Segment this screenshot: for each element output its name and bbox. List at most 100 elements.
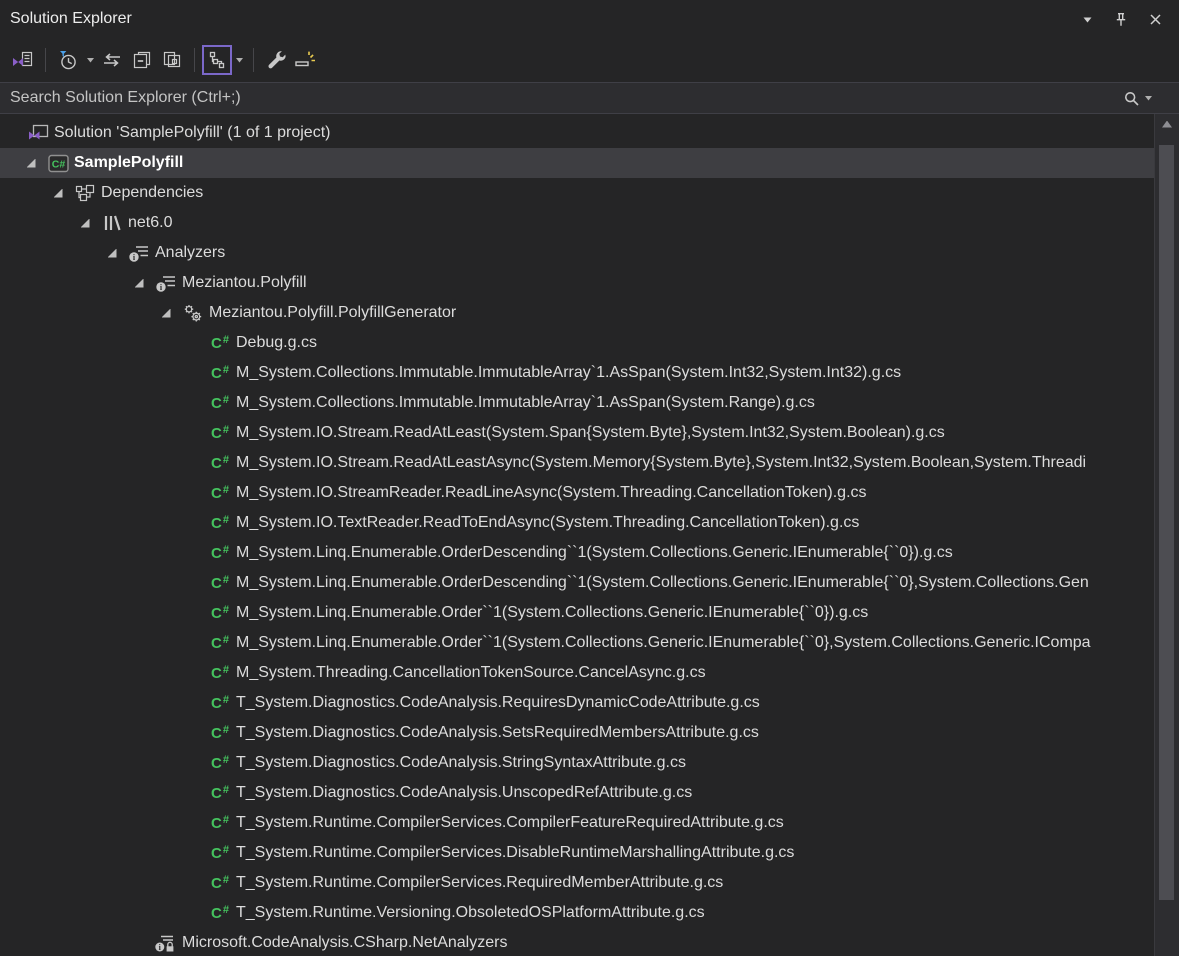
csfile-icon: C# [208,905,232,922]
expand-arrow[interactable] [16,159,46,168]
indent-spacer [0,703,178,704]
switch-views-button[interactable] [8,45,38,75]
tree-row[interactable]: C#T_System.Diagnostics.CodeAnalysis.Requ… [0,688,1179,718]
tree-row[interactable]: iMeziantou.Polyfill [0,268,1179,298]
csfile-icon: C# [208,455,232,472]
csfile-icon: C# [208,575,232,592]
expanded-triangle-icon[interactable] [27,159,36,168]
indent-spacer [0,733,178,734]
csfile-icon: C# [208,425,232,442]
csfile-icon: C# [208,845,232,862]
tree-row[interactable]: C#M_System.Linq.Enumerable.Order``1(Syst… [0,598,1179,628]
tree-row[interactable]: C#M_System.IO.TextReader.ReadToEndAsync(… [0,508,1179,538]
tree-row[interactable]: C#M_System.Linq.Enumerable.OrderDescendi… [0,568,1179,598]
tree-row[interactable]: iMicrosoft.CodeAnalysis.CSharp.NetAnalyz… [0,928,1179,956]
indent-spacer [0,763,178,764]
tree-item-label: M_System.Collections.Immutable.Immutable… [236,364,901,382]
tree-row[interactable]: Dependencies [0,178,1179,208]
tree-row[interactable]: C#M_System.Collections.Immutable.Immutab… [0,388,1179,418]
titlebar[interactable]: Solution Explorer [0,0,1179,38]
open-files-filter-dropdown[interactable] [83,45,97,75]
csfile-icon: C# [208,365,232,382]
scroll-up-button[interactable] [1155,114,1179,134]
tree-item-label: T_System.Diagnostics.CodeAnalysis.Unscop… [236,784,692,802]
tree-item-label: M_System.IO.Stream.ReadAtLeast(System.Sp… [236,424,945,442]
csfile-icon: C# [208,785,232,802]
file-nesting-dropdown[interactable] [232,45,246,75]
preview-icon [294,50,318,70]
tree-row[interactable]: C#M_System.IO.StreamReader.ReadLineAsync… [0,478,1179,508]
expanded-triangle-icon[interactable] [135,279,144,288]
tree-row[interactable]: C#Debug.g.cs [0,328,1179,358]
indent-spacer [0,943,124,944]
dropdown-caret-icon [235,56,244,64]
indent-spacer [0,193,43,194]
dropdown-caret-icon [86,56,95,64]
sync-with-active-document-button[interactable] [97,45,127,75]
search-glyphs [1123,89,1173,107]
properties-button[interactable] [261,45,291,75]
tree-row[interactable]: net6.0 [0,208,1179,238]
tree-row[interactable]: C#T_System.Diagnostics.CodeAnalysis.Sets… [0,718,1179,748]
tree-item-label: Analyzers [155,244,225,262]
expand-arrow[interactable] [151,309,181,318]
toolbar-separator [253,48,254,72]
framework-icon [100,214,124,232]
indent-spacer [0,133,26,134]
csfile-icon: C# [208,545,232,562]
tree-row[interactable]: C#T_System.Runtime.Versioning.ObsoletedO… [0,898,1179,928]
open-files-filter-button[interactable] [53,45,83,75]
tree-row[interactable]: Meziantou.Polyfill.PolyfillGenerator [0,298,1179,328]
dependencies-icon [73,184,97,202]
tree-row[interactable]: C#SamplePolyfill [0,148,1179,178]
file-nesting-button[interactable] [202,45,232,75]
expand-arrow[interactable] [43,189,73,198]
search-bar[interactable] [0,82,1179,114]
tree-row[interactable]: C#M_System.Linq.Enumerable.Order``1(Syst… [0,628,1179,658]
tree-row[interactable]: C#T_System.Runtime.CompilerServices.Comp… [0,808,1179,838]
pin-button[interactable] [1109,7,1133,31]
tree-row[interactable]: C#T_System.Runtime.CompilerServices.Requ… [0,868,1179,898]
indent-spacer [0,163,16,164]
tree-row[interactable]: C#T_System.Runtime.CompilerServices.Disa… [0,838,1179,868]
tree-item-label: M_System.Linq.Enumerable.OrderDescending… [236,544,953,562]
search-input[interactable] [8,88,1123,108]
window-position-button[interactable] [1075,7,1099,31]
indent-spacer [0,463,178,464]
csfile-icon: C# [208,395,232,412]
expand-arrow[interactable] [124,279,154,288]
collapse-all-button[interactable] [127,45,157,75]
indent-spacer [0,223,70,224]
tree-row[interactable]: C#M_System.IO.Stream.ReadAtLeastAsync(Sy… [0,448,1179,478]
search-options-dropdown[interactable] [1144,89,1153,107]
indent-spacer [0,673,178,674]
tree-item-label: T_System.Diagnostics.CodeAnalysis.SetsRe… [236,724,759,742]
close-button[interactable] [1143,7,1167,31]
show-all-files-button[interactable] [157,45,187,75]
expanded-triangle-icon[interactable] [54,189,63,198]
tree-row[interactable]: Solution 'SamplePolyfill' (1 of 1 projec… [0,118,1179,148]
vertical-scrollbar[interactable] [1154,114,1179,956]
tree-row[interactable]: C#M_System.Collections.Immutable.Immutab… [0,358,1179,388]
tree-row[interactable]: iAnalyzers [0,238,1179,268]
file-nesting-icon [207,50,227,70]
tree-row[interactable]: C#M_System.Threading.CancellationTokenSo… [0,658,1179,688]
expanded-triangle-icon[interactable] [108,249,117,258]
expanded-triangle-icon[interactable] [81,219,90,228]
csfile-icon: C# [208,815,232,832]
tree-item-label: M_System.IO.Stream.ReadAtLeastAsync(Syst… [236,454,1086,472]
expand-arrow[interactable] [70,219,100,228]
csfile-icon: C# [208,335,232,352]
tree-item-label: M_System.Threading.CancellationTokenSour… [236,664,706,682]
tree-row[interactable]: C#M_System.IO.Stream.ReadAtLeast(System.… [0,418,1179,448]
preview-selected-items-button[interactable] [291,45,321,75]
indent-spacer [0,793,178,794]
scrollbar-thumb[interactable] [1159,145,1174,900]
tree-row[interactable]: C#M_System.Linq.Enumerable.OrderDescendi… [0,538,1179,568]
expand-arrow[interactable] [97,249,127,258]
tree-item-label: Dependencies [101,184,203,202]
tree-row[interactable]: C#T_System.Diagnostics.CodeAnalysis.Unsc… [0,778,1179,808]
tree-row[interactable]: C#T_System.Diagnostics.CodeAnalysis.Stri… [0,748,1179,778]
expanded-triangle-icon[interactable] [162,309,171,318]
tree-item-label: Meziantou.Polyfill [182,274,307,292]
